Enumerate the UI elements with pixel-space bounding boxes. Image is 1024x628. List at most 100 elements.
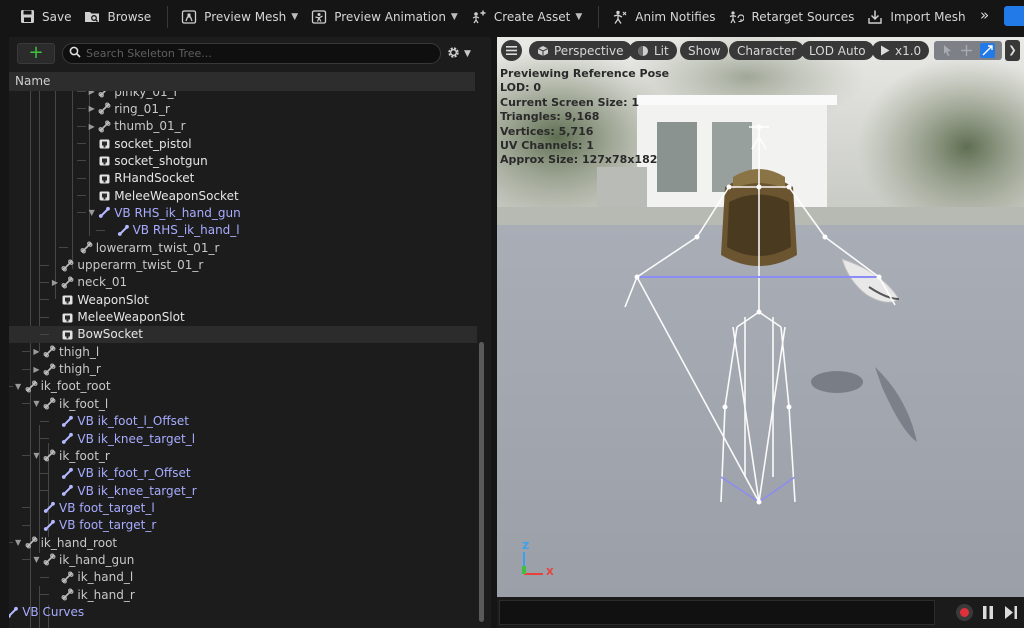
record-button[interactable] [956,604,973,621]
tree-row[interactable]: VB RHS_ik_hand_l [9,222,477,239]
socket-icon [60,292,75,307]
tree-row[interactable]: VB ik_foot_l_Offset [9,413,477,430]
tree-row[interactable]: ▼ ik_foot_l [9,395,477,412]
tree-row[interactable]: ▶ ring_01_r [9,100,477,117]
tree-row[interactable]: ▼ VB RHS_ik_hand_gun [9,204,477,221]
tree-row[interactable]: MeleeWeaponSlot [9,309,477,326]
tree-connector [40,420,50,422]
tree-row[interactable]: ▶ thigh_r [9,361,477,378]
tree-row[interactable]: socket_shotgun [9,152,477,169]
add-bone-button[interactable]: + [17,43,55,64]
tree-row[interactable]: ▼ ik_foot_root [9,378,477,395]
editor-tab-indicator[interactable] [1004,6,1024,26]
show-button[interactable]: Show [680,41,729,60]
anim-notifies-button[interactable]: Anim Notifies [607,0,723,33]
tree-row[interactable]: upperarm_twist_01_r [9,257,477,274]
tree-row[interactable]: BowSocket [9,325,477,343]
tree-row[interactable]: MeleeWeaponSocket [9,187,477,204]
expand-arrow-icon[interactable]: ▶ [87,104,96,113]
step-forward-button[interactable] [1004,604,1018,621]
tree-row[interactable]: ▼ ik_foot_r [9,447,477,464]
collapse-arrow-icon[interactable]: ▼ [32,451,41,460]
create-asset-dropdown[interactable]: Create Asset ▼ [466,0,590,33]
tree-row-content: VB ik_foot_l_Offset [50,413,189,430]
tree-settings-dropdown[interactable]: ▼ [446,45,471,63]
tree-row[interactable]: VB foot_target_l [9,499,477,516]
search-skeleton-tree-input[interactable] [86,47,440,60]
tree-row[interactable]: ik_hand_r [9,586,477,603]
expand-arrow-icon[interactable]: ▶ [32,347,41,356]
tree-row-label: ik_foot_r [59,448,110,463]
tree-row[interactable]: VB foot_target_r [9,517,477,534]
collapse-arrow-icon[interactable]: ▼ [32,555,41,564]
collapse-arrow-icon[interactable]: ▼ [32,399,41,408]
preview-mesh-dropdown[interactable]: Preview Mesh ▼ [176,0,306,33]
save-button[interactable]: Save [14,0,79,33]
retarget-sources-button[interactable]: Retarget Sources [723,0,862,33]
tree-row[interactable]: ▶ pinky_01_r [9,91,477,100]
collapse-arrow-icon[interactable]: ▼ [14,538,23,547]
tree-row-content: MeleeWeaponSlot [50,309,185,326]
scale-tool-icon[interactable] [980,43,995,58]
tree-row-content: ▼ ik_foot_r [32,447,110,464]
tree-row-content: socket_pistol [87,135,192,152]
import-mesh-button[interactable]: Import Mesh [862,0,973,33]
lit-button[interactable]: Lit [629,41,677,60]
tree-row[interactable]: ik_hand_l [9,569,477,586]
select-tool-icon[interactable] [940,43,955,58]
tree-row[interactable]: VB ik_knee_target_r [9,482,477,499]
stats-line: Approx Size: 127x78x182 [500,153,658,167]
expand-arrow-icon[interactable]: ▶ [50,278,59,287]
socket-icon [97,188,112,203]
tree-row-label: ik_hand_gun [59,552,135,567]
tree-row[interactable]: ▶ neck_01 [9,274,477,291]
tree-row[interactable]: WeaponSlot [9,291,477,308]
expand-arrow-icon[interactable]: ▶ [87,122,96,131]
tree-row[interactable]: lowerarm_twist_01_r [9,239,477,256]
skeleton-tree-list: ▶ pinky_01_r ▶ ring_01_r ▶ thumb_01_r socket_p… [9,91,477,628]
tree-row[interactable]: VB ik_foot_r_Offset [9,465,477,482]
tree-connector [40,490,50,492]
tree-row[interactable]: ▼ ik_hand_gun [9,551,477,568]
timeline-scrub-field[interactable] [499,600,935,625]
preview-viewport[interactable]: Z X Perspective Lit Show Character LOD A… [497,37,1024,597]
viewport-more-icon[interactable]: ❯ [1005,40,1020,61]
tree-row-content: ▼ VB RHS_ik_hand_gun [87,204,241,221]
tree-row-label: ik_foot_root [40,379,111,394]
virtual-bone-icon [116,223,131,238]
preview-animation-dropdown[interactable]: Preview Animation ▼ [306,0,466,33]
perspective-button[interactable]: Perspective [529,41,632,60]
tree-row[interactable]: ▶ thumb_01_r [9,118,477,135]
tree-row-content: ▶ thigh_l [32,343,99,360]
character-button[interactable]: Character [729,41,805,60]
move-tool-icon[interactable] [959,43,974,58]
tree-row[interactable]: VB ik_knee_target_l [9,430,477,447]
stats-line: Triangles: 9,168 [500,110,600,124]
expand-arrow-icon[interactable]: ▶ [87,91,96,96]
browse-button[interactable]: Browse [79,0,159,33]
bone-icon [42,448,57,463]
tree-row[interactable]: ▶ thigh_l [9,343,477,360]
collapse-arrow-icon[interactable]: ▼ [14,382,23,391]
tree-connector [77,125,87,127]
search-icon [69,46,81,61]
lod-button[interactable]: LOD Auto [801,41,874,60]
play-icon [880,45,890,56]
tree-scrollbar[interactable] [479,342,484,622]
tree-row[interactable]: ▼ ik_hand_root [9,534,477,551]
tree-row-label: ring_01_r [114,101,170,116]
tree-row[interactable]: socket_pistol [9,135,477,152]
viewport-options-button[interactable] [501,40,522,61]
toolbar-overflow-icon[interactable]: » [980,6,989,24]
play-rate-button[interactable]: x1.0 [872,41,930,60]
stats-line: Vertices: 5,716 [500,124,594,138]
tree-row-content: upperarm_twist_01_r [50,257,203,274]
name-column-header[interactable]: Name [9,72,475,91]
collapse-arrow-icon[interactable]: ▼ [87,208,96,217]
tree-row[interactable]: VB Curves [9,604,477,621]
expand-arrow-icon[interactable]: ▶ [32,365,41,374]
bone-icon [97,91,112,99]
tree-row[interactable]: RHandSocket [9,170,477,187]
preview-mesh-label: Preview Mesh [204,9,287,24]
pause-button[interactable] [982,604,994,621]
